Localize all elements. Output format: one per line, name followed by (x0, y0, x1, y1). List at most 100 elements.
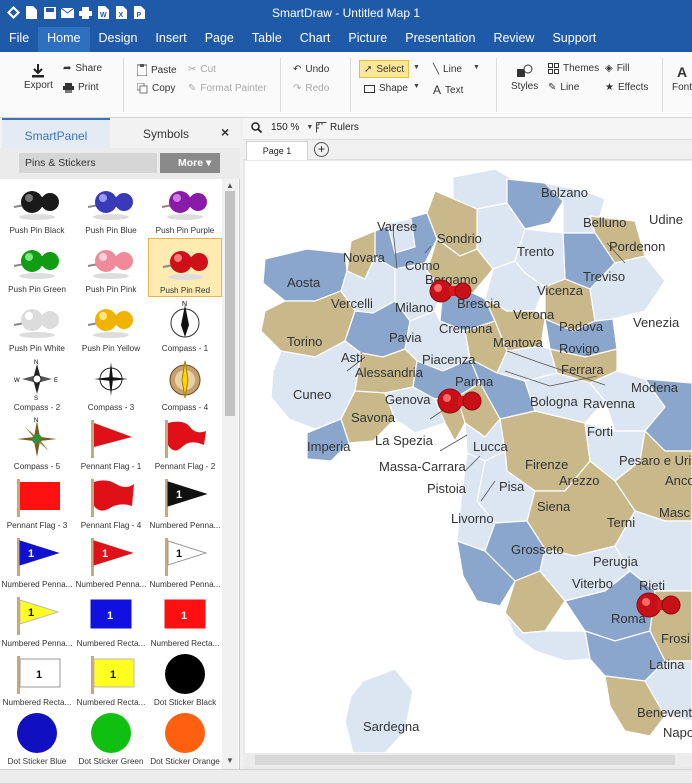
menu-insert[interactable]: Insert (146, 27, 195, 52)
menu-design[interactable]: Design (90, 27, 147, 52)
fill-button[interactable]: ◈ Fill (605, 63, 629, 74)
symbol-cell[interactable]: N S E W Compass - 2 (0, 356, 74, 415)
symbol-cell[interactable]: Push Pin Yellow (74, 297, 148, 356)
panel-tabs: SmartPanel Symbols × (0, 118, 240, 148)
symbol-cell[interactable]: 1 Numbered Recta... (74, 592, 148, 651)
copy-icon (137, 83, 148, 94)
styles-button[interactable]: Styles (511, 64, 538, 92)
tab-symbols[interactable]: Symbols (112, 118, 220, 148)
symbol-cell[interactable]: Dot Sticker Black (148, 651, 222, 710)
tab-smartpanel[interactable]: SmartPanel (2, 118, 110, 148)
shape-dropdown[interactable]: ▼ (413, 83, 420, 90)
line-style-button[interactable]: ✎ Line (548, 82, 579, 93)
svg-text:1: 1 (107, 610, 113, 622)
tab-page-1[interactable]: Page 1 (246, 141, 308, 160)
symbol-cell[interactable]: 1 Numbered Penna... (0, 592, 74, 651)
symbol-cell[interactable]: Pennant Flag - 1 (74, 415, 148, 474)
map-label: Massa-Carrara (379, 459, 466, 474)
menu-review[interactable]: Review (484, 27, 543, 52)
symbol-cell[interactable]: N Compass - 1 (148, 297, 222, 356)
copy-label: Copy (152, 83, 176, 94)
symbol-label: Compass - 3 (87, 403, 135, 412)
select-dropdown[interactable]: ▼ (413, 64, 420, 71)
copy-button[interactable]: Copy (137, 83, 175, 94)
symbol-cell[interactable]: Push Pin White (0, 297, 74, 356)
redo-button[interactable]: ↷ Redo (293, 83, 329, 94)
effects-label: Effects (617, 82, 649, 93)
svg-text:N: N (34, 418, 38, 424)
zoom-control[interactable]: 150 % ▼ (251, 122, 313, 133)
symbol-cell[interactable]: 1 Numbered Recta... (74, 651, 148, 710)
window-title: SmartDraw - Untitled Map 1 (271, 6, 421, 20)
undo-button[interactable]: ↶ Undo (293, 64, 329, 75)
symbol-cell[interactable]: Push Pin Blue (74, 179, 148, 238)
cut-button[interactable]: ✂ Cut (188, 64, 216, 75)
numbered-rectangle-icon: 1 (160, 594, 210, 636)
print-button[interactable]: Print (63, 82, 99, 93)
symbol-cell[interactable]: Compass - 4 (148, 356, 222, 415)
menu-home[interactable]: Home (38, 27, 90, 52)
shape-button[interactable]: Shape (364, 83, 408, 94)
paste-label: Paste (151, 64, 177, 76)
export-icon (32, 64, 45, 78)
symbol-cell[interactable]: Push Pin Black (0, 179, 74, 238)
horizontal-scroll-thumb[interactable] (255, 755, 675, 765)
rulers-toggle[interactable]: Rulers (316, 122, 359, 133)
symbol-cell[interactable]: Push Pin Red (148, 238, 222, 297)
zoom-level: 150 % (271, 122, 300, 133)
symbol-cell[interactable]: Pennant Flag - 2 (148, 415, 222, 474)
menu-chart[interactable]: Chart (291, 27, 340, 52)
more-button[interactable]: More ▾ (160, 153, 220, 173)
menu-page[interactable]: Page (196, 27, 243, 52)
menu-presentation[interactable]: Presentation (396, 27, 484, 52)
canvas-horizontal-scrollbar[interactable] (243, 753, 692, 767)
export-button[interactable]: Export (24, 64, 53, 91)
menu-picture[interactable]: Picture (339, 27, 396, 52)
scroll-down-icon[interactable]: ▼ (226, 756, 234, 765)
symbol-cell[interactable]: Push Pin Purple (148, 179, 222, 238)
format-painter-button[interactable]: ✎ Format Painter (188, 83, 267, 94)
symbol-cell[interactable]: 1 Numbered Recta... (148, 592, 222, 651)
symbol-cell[interactable]: Pennant Flag - 3 (0, 474, 74, 533)
svg-text:1: 1 (181, 610, 187, 622)
menu-table[interactable]: Table (243, 27, 291, 52)
smart-panel: SmartPanel Symbols × Pins & Stickers Mor… (0, 118, 240, 769)
symbol-cell[interactable]: Compass - 3 (74, 356, 148, 415)
menu-support[interactable]: Support (543, 27, 605, 52)
scroll-up-icon[interactable]: ▲ (226, 181, 234, 190)
dot-sticker-green-icon (86, 712, 136, 754)
scroll-thumb[interactable] (225, 191, 235, 416)
font-button[interactable]: A Font (672, 64, 692, 93)
text-tool-button[interactable]: A Text (433, 83, 463, 97)
themes-button[interactable]: Themes (548, 63, 599, 74)
library-name-field[interactable]: Pins & Stickers (19, 153, 157, 173)
paste-button[interactable]: Paste (137, 64, 177, 76)
symbol-cell[interactable]: Push Pin Pink (74, 238, 148, 297)
line-tool-button[interactable]: ╲ Line (433, 64, 462, 75)
share-button[interactable]: ➦ Share (63, 63, 102, 74)
map-canvas[interactable]: Bolzano Belluno Udine Varese Sondrio Tre… (245, 161, 692, 753)
symbol-cell[interactable]: 1 Numbered Penna... (0, 533, 74, 592)
map-label: Imperia (307, 439, 351, 454)
select-button[interactable]: ➚ Select (364, 64, 404, 75)
panel-scrollbar[interactable]: ▲ ▼ (222, 179, 238, 769)
menu-file[interactable]: File (0, 27, 38, 52)
map-label: Benevent (637, 705, 692, 720)
effects-button[interactable]: ★ Effects (605, 82, 648, 93)
symbol-cell[interactable]: Dot Sticker Orange (148, 710, 222, 769)
styles-icon (516, 64, 533, 77)
symbol-cell[interactable]: 1 Numbered Penna... (148, 533, 222, 592)
close-icon[interactable]: × (221, 124, 229, 140)
symbol-cell[interactable]: Dot Sticker Green (74, 710, 148, 769)
symbol-cell[interactable]: 1 Numbered Recta... (0, 651, 74, 710)
symbol-cell[interactable]: N Compass - 5 (0, 415, 74, 474)
symbol-cell[interactable]: 1 Numbered Penna... (74, 533, 148, 592)
pennant-flag-icon (86, 476, 136, 518)
symbol-cell[interactable]: Push Pin Green (0, 238, 74, 297)
symbol-cell[interactable]: Dot Sticker Blue (0, 710, 74, 769)
add-page-icon[interactable]: + (314, 142, 329, 157)
map-label: Udine (649, 212, 683, 227)
symbol-cell[interactable]: Pennant Flag - 4 (74, 474, 148, 533)
line-dropdown[interactable]: ▼ (473, 64, 480, 71)
symbol-cell[interactable]: 1 Numbered Penna... (148, 474, 222, 533)
